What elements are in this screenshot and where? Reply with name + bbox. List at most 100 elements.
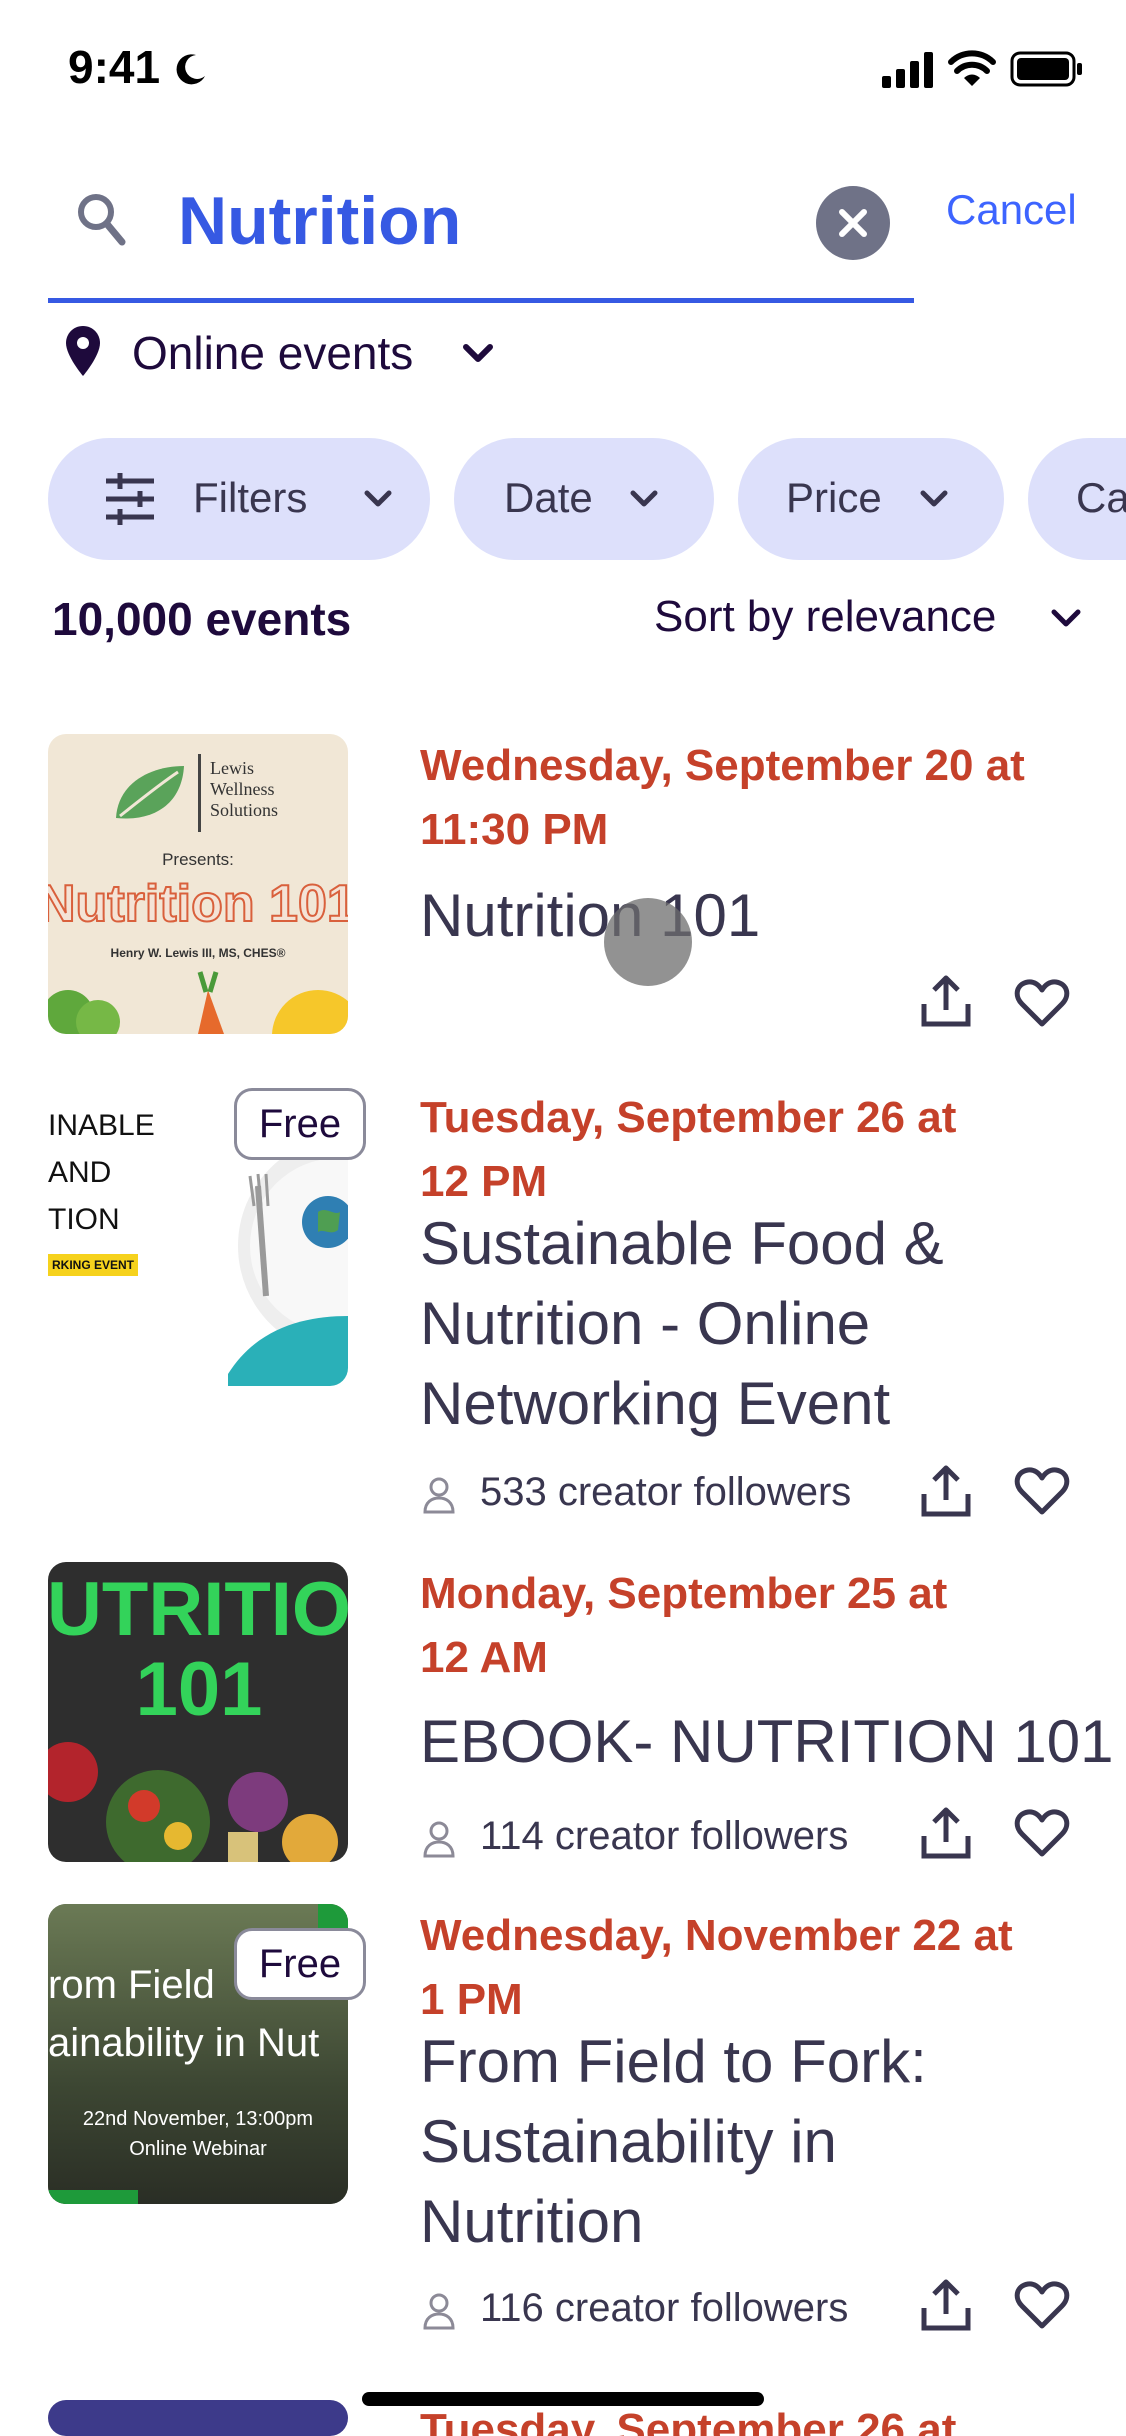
event-card[interactable]: Lewis Wellness Solutions Presents: Nutri… [0,734,1126,1034]
chevron-down-icon [920,490,948,507]
thumb-text-line: TION [48,1203,120,1236]
event-title-line: Nutrition - Online [420,1290,871,1357]
free-badge: Free [234,1088,366,1160]
food-illustration [48,1742,338,1862]
filters-chip[interactable]: Filters [48,438,430,560]
sliders-icon [106,473,154,525]
search-icon [78,194,126,246]
event-card[interactable]: UTRITIO 101 Monday, September 25 at 12 A… [0,1562,1126,1862]
event-date-line: Wednesday, September 20 at [420,741,1025,790]
person-icon [423,1477,455,1514]
thumb-org-line: Lewis [210,758,254,778]
heart-icon[interactable] [1014,978,1070,1028]
event-card[interactable]: rom Field ainability in Nut 22nd Novembe… [0,1904,1126,2364]
heart-icon[interactable] [1014,1808,1070,1858]
clear-search-button[interactable] [816,186,890,260]
price-chip-label: Price [786,474,882,521]
event-date-line: Wednesday, November 22 at [420,1911,1013,1960]
leaf-logo-icon [116,766,184,819]
thumb-text-line: Online Webinar [129,2138,267,2160]
thumb-text-line: 101 [135,1647,263,1732]
status-time: 9:41 [68,41,161,93]
vegetables-illustration [48,971,348,1034]
search-underline [48,298,914,303]
filter-chips: Filters Date Price Ca [0,438,1126,562]
thumb-text-line: AND [48,1156,112,1189]
category-chip-label: Ca [1076,474,1126,521]
thumb-org: Lewis Wellness Solutions [210,758,278,821]
category-chip[interactable]: Ca [1028,438,1126,560]
chevron-down-icon [364,490,392,507]
heart-icon[interactable] [1014,2280,1070,2330]
creator-followers: 116 creator followers [480,2286,849,2330]
share-icon[interactable] [918,1464,974,1518]
filters-chip-label: Filters [193,474,308,521]
event-title-line: Nutrition [420,2188,644,2255]
share-icon[interactable] [918,974,974,1028]
event-title[interactable]: Sustainable Food & Nutrition - Online Ne… [420,1204,1100,1444]
thumb-text-line: UTRITIO [48,1567,348,1652]
chevron-down-icon [630,490,658,507]
event-date: Wednesday, September 20 at 11:30 PM [420,734,1070,862]
person-icon [423,1821,455,1858]
creator-followers: 114 creator followers [480,1814,849,1858]
event-date-line: 11:30 PM [420,805,609,854]
close-icon [839,209,867,237]
location-selector[interactable]: Online events [60,318,560,388]
event-title-line: Sustainable Food & [420,1210,944,1277]
person-icon [423,2293,455,2330]
date-chip-label: Date [504,474,593,521]
event-date-line: 12 AM [420,1633,548,1682]
thumb-subtext: 22nd November, 13:00pm Online Webinar [48,2104,348,2164]
location-label: Online events [132,327,414,379]
moon-icon [176,54,205,85]
event-date: Tuesday, September 26 at 12 PM [420,1086,1070,1214]
cancel-button[interactable]: Cancel [946,186,1077,234]
thumb-accent [48,2190,138,2204]
sort-button[interactable]: Sort by relevance [654,592,996,642]
creator-followers: 533 creator followers [480,1470,852,1514]
thumb-title: Nutrition 101 [48,874,348,934]
event-title[interactable]: EBOOK- NUTRITION 101 [420,1702,1113,1782]
cellular-signal-icon [882,52,933,88]
wifi-icon [948,50,996,86]
event-card[interactable]: INABLE AND TION RKING EVENT Free Tuesday… [0,1086,1126,1536]
event-title-line: Networking Event [420,1370,891,1437]
event-date-line: Monday, September 25 at [420,1569,948,1618]
battery-icon [1010,51,1082,87]
plate-illustration [228,1146,348,1386]
event-title[interactable]: Nutrition 101 [420,876,1100,956]
touch-indicator [604,898,692,986]
price-chip[interactable]: Price [738,438,1004,560]
location-pin-icon [66,326,100,376]
search-input[interactable]: Nutrition [178,182,461,260]
event-date: Monday, September 25 at 12 AM [420,1562,1070,1690]
event-title-line: Sustainability in [420,2108,837,2175]
free-badge: Free [234,1928,366,2000]
chevron-down-icon[interactable] [1048,606,1084,632]
share-icon[interactable] [918,2278,974,2332]
status-bar: 9:41 [0,0,1126,140]
share-icon[interactable] [918,1806,974,1860]
heart-icon[interactable] [1014,1466,1070,1516]
home-indicator[interactable] [362,2392,764,2406]
results-count: 10,000 events [52,593,352,645]
thumb-text: UTRITIO 101 [48,1570,348,1730]
thumb-text-line: ainability in Nut [48,2021,320,2065]
event-date: Wednesday, November 22 at 1 PM [420,1904,1070,2032]
search-bar: Nutrition Cancel [48,160,1088,310]
thumb-org-line: Wellness [210,779,275,799]
event-title[interactable]: From Field to Fork: Sustainability in Nu… [420,2022,1100,2262]
thumb-text-line: 22nd November, 13:00pm [82,2108,314,2130]
event-thumbnail[interactable] [48,2400,348,2436]
thumb-presents: Presents: [162,850,234,869]
thumb-text: INABLE AND TION [48,1102,155,1243]
event-thumbnail[interactable]: UTRITIO 101 [48,1562,348,1862]
thumb-text-line: INABLE [48,1109,155,1142]
event-thumbnail[interactable]: Lewis Wellness Solutions Presents: Nutri… [48,734,348,1034]
logo-divider [198,754,201,832]
thumb-tag: RKING EVENT [48,1254,138,1276]
event-title-line: From Field to Fork: [420,2028,927,2095]
date-chip[interactable]: Date [454,438,714,560]
event-date-line: Tuesday, September 26 at [420,1093,957,1142]
